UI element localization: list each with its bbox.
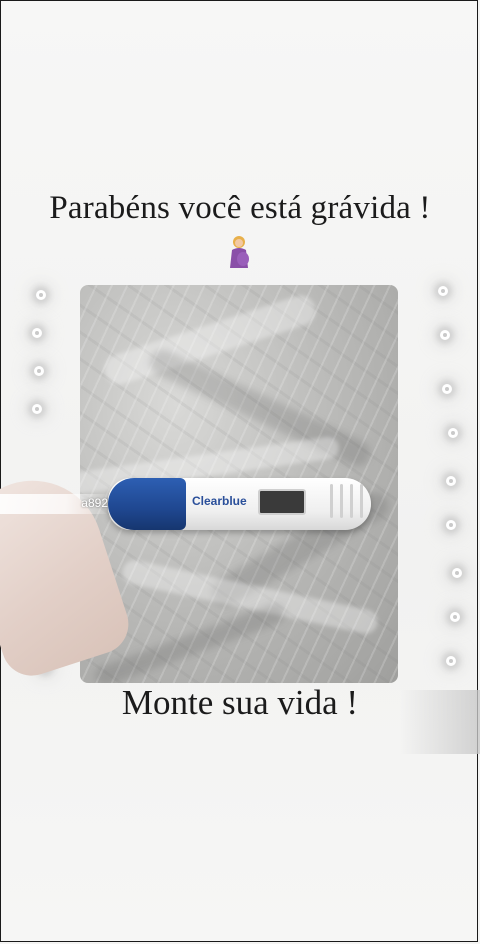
headline-text: Parabéns você está grávida ! <box>49 190 431 226</box>
test-grip-ridge-4 <box>360 484 363 518</box>
username-mention-tag[interactable]: a892 <box>0 494 110 514</box>
test-cap <box>108 478 186 530</box>
string-light-right-4 <box>448 428 458 438</box>
test-grip-ridge-3 <box>350 484 353 518</box>
test-grip-ridge-1 <box>330 484 333 518</box>
username-text: a892 <box>81 496 108 510</box>
string-light-right-6 <box>446 520 456 530</box>
string-light-right-2 <box>440 330 450 340</box>
test-grip-ridge-2 <box>340 484 343 518</box>
string-light-right-8 <box>450 612 460 622</box>
pregnant-woman-emoji <box>230 236 249 268</box>
string-light-right-7 <box>452 568 462 578</box>
test-result-window <box>258 489 306 515</box>
string-light-left-4 <box>32 404 42 414</box>
string-light-right-5 <box>446 476 456 486</box>
string-light-left-1 <box>36 290 46 300</box>
string-light-right-1 <box>438 286 448 296</box>
string-light-left-2 <box>32 328 42 338</box>
edge-glow <box>400 690 480 754</box>
test-brand-label: Clearblue <box>192 494 247 508</box>
string-light-left-3 <box>34 366 44 376</box>
string-light-right-9 <box>446 656 456 666</box>
string-light-right-3 <box>442 384 452 394</box>
